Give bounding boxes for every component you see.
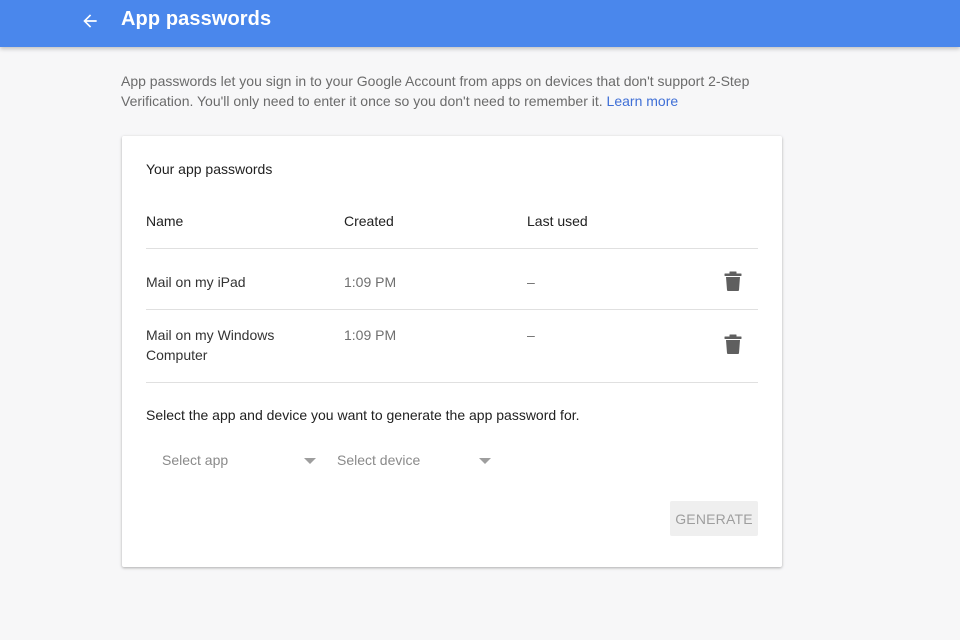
row-last-used: – [527, 327, 535, 343]
dropdown-arrow-icon [304, 458, 316, 464]
arrow-back-icon [80, 11, 100, 31]
select-app-dropdown[interactable]: Select app [162, 448, 317, 472]
dropdown-arrow-icon [479, 458, 491, 464]
select-app-value: Select app [162, 452, 229, 468]
row-created: 1:09 PM [344, 327, 397, 343]
trash-icon [724, 271, 742, 296]
column-header-name: Name [146, 213, 184, 229]
row-name: Mail on my Windows Computer [146, 327, 275, 363]
learn-more-link[interactable]: Learn more [607, 93, 679, 109]
row-divider [146, 309, 758, 310]
app-bar: App passwords [0, 0, 960, 47]
row-divider [146, 382, 758, 383]
column-header-last-used: Last used [527, 213, 588, 229]
page-title: App passwords [121, 8, 272, 30]
row-last-used: – [527, 274, 535, 290]
trash-icon [724, 334, 742, 359]
app-passwords-card: Your app passwords Name Created Last use… [122, 136, 782, 567]
row-name: Mail on my iPad [146, 274, 246, 290]
select-device-dropdown[interactable]: Select device [337, 448, 492, 472]
column-header-created: Created [344, 213, 394, 229]
intro-text: App passwords let you sign in to your Go… [121, 71, 781, 111]
select-device-value: Select device [337, 452, 421, 468]
generate-button[interactable]: GENERATE [670, 501, 758, 536]
generate-prompt: Select the app and device you want to ge… [146, 407, 580, 423]
delete-password-button[interactable] [721, 271, 745, 295]
card-title: Your app passwords [146, 161, 273, 177]
header-divider [146, 248, 758, 249]
delete-password-button[interactable] [721, 334, 745, 358]
row-created: 1:09 PM [344, 274, 397, 290]
back-button[interactable] [76, 7, 104, 35]
